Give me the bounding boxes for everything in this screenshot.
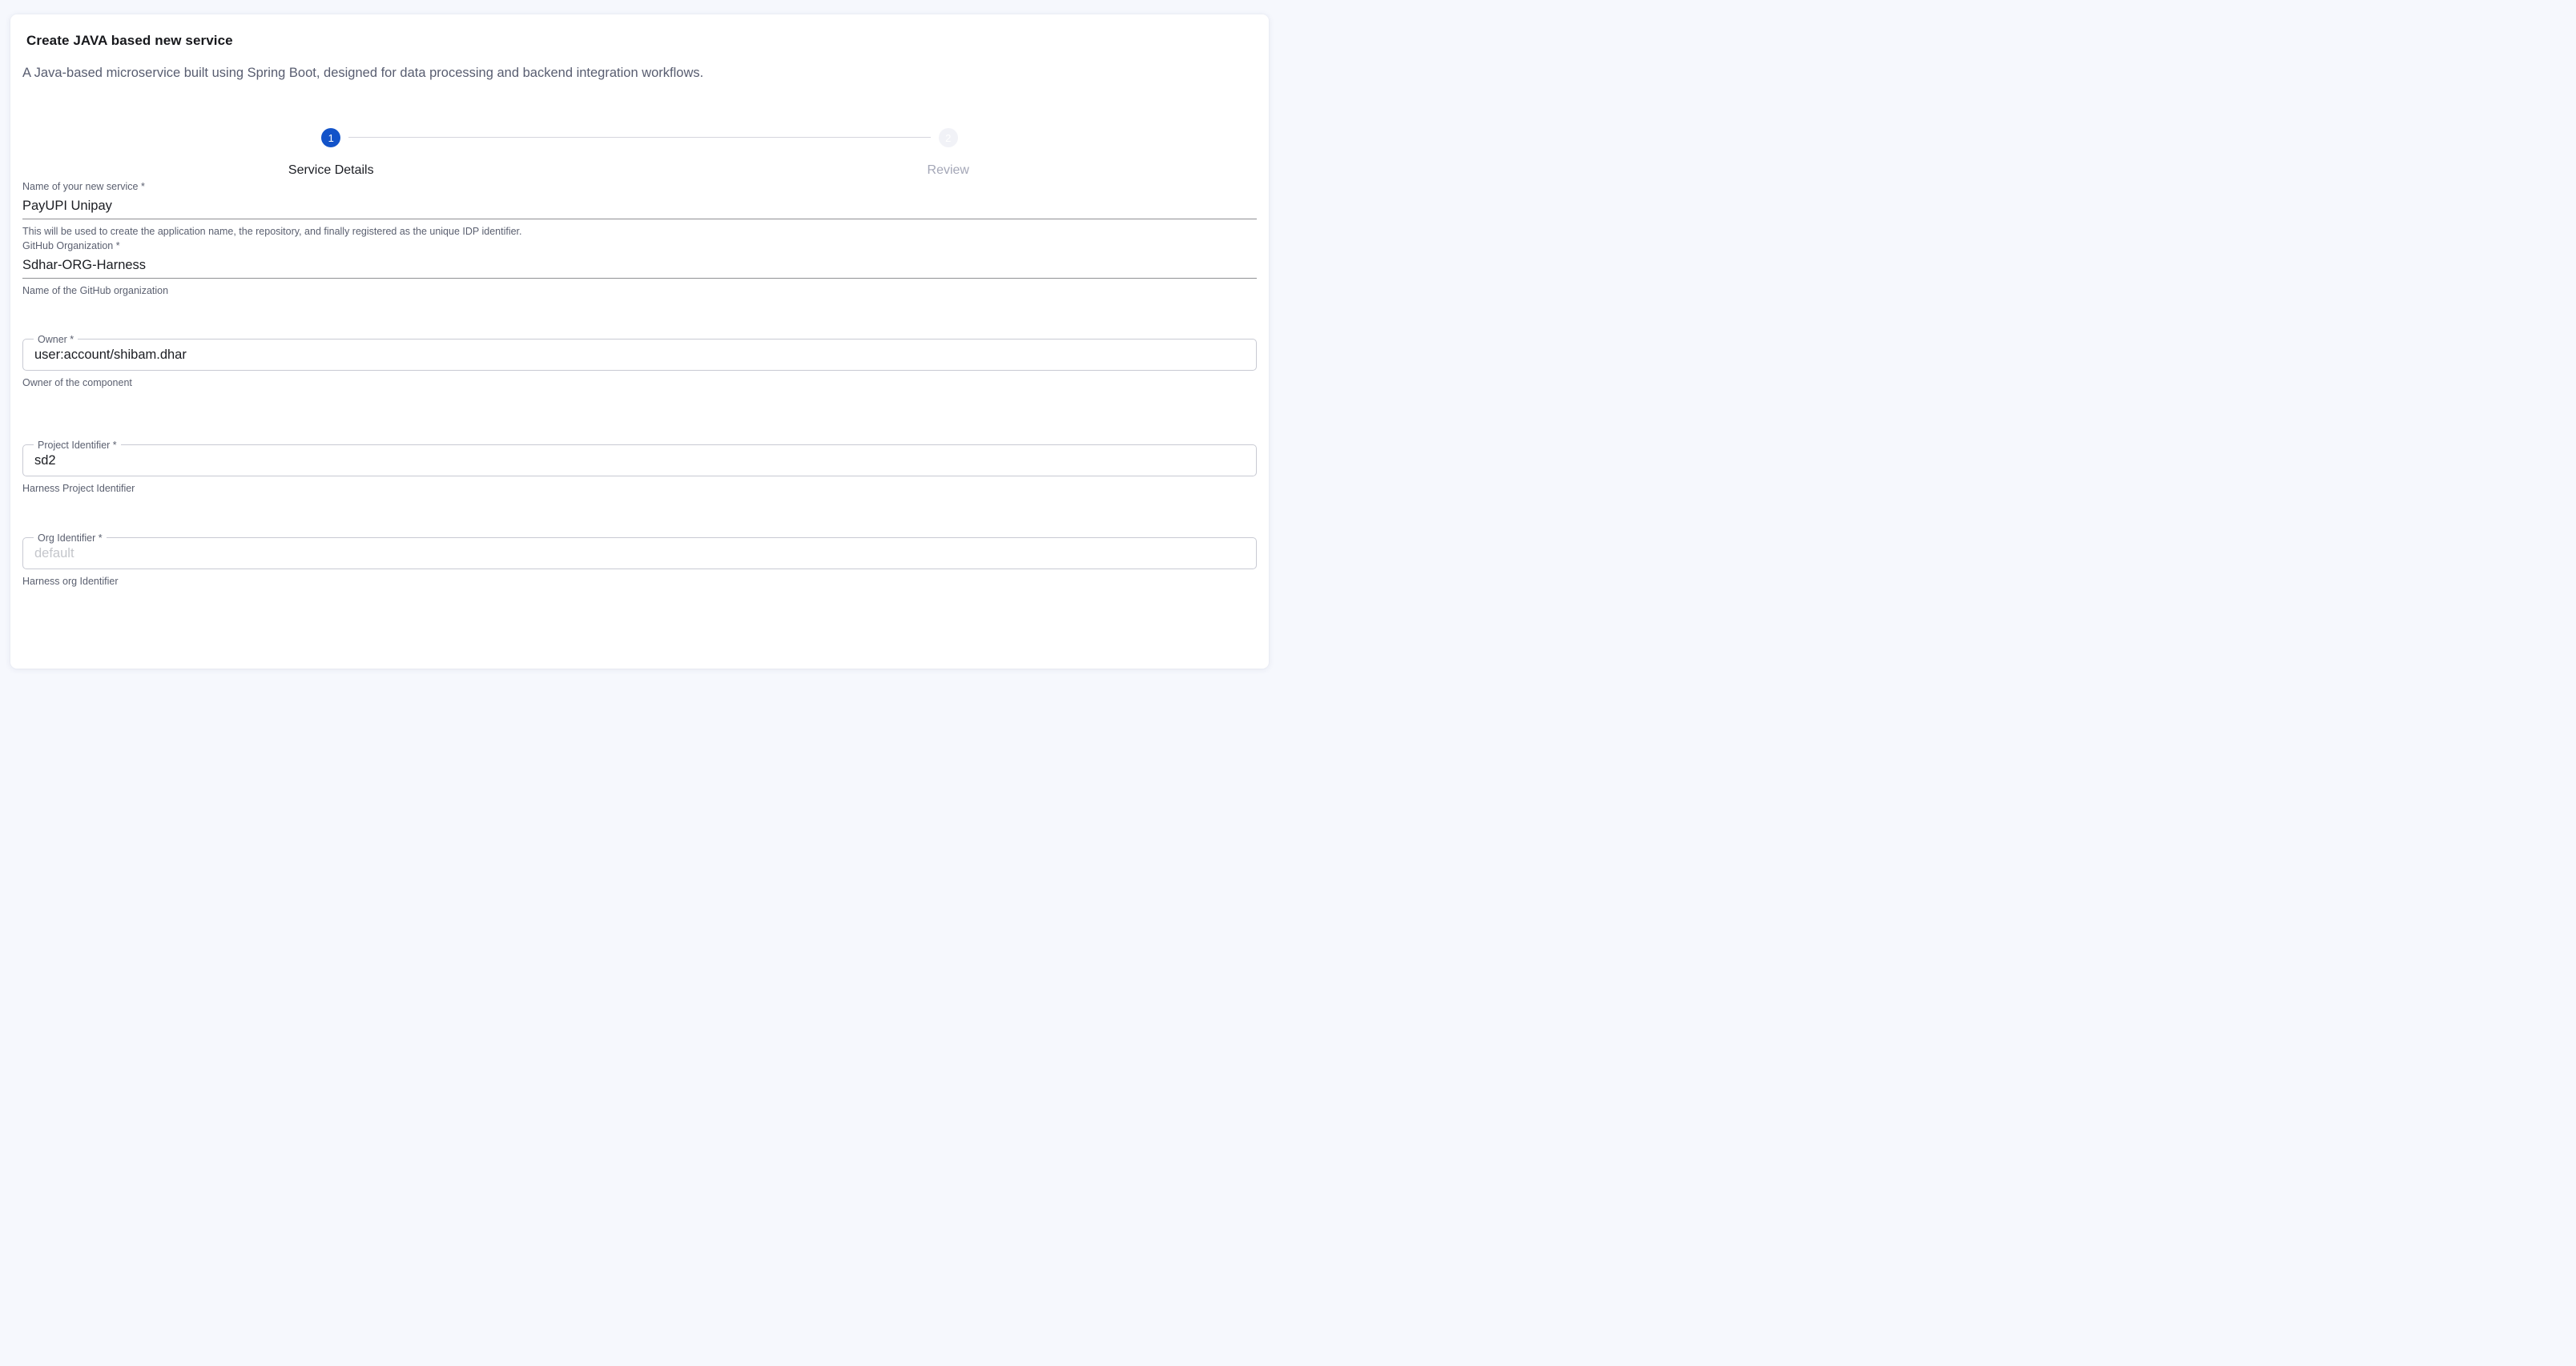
org-identifier-label: Org Identifier * xyxy=(34,531,107,545)
field-project-identifier: Project Identifier * Harness Project Ide… xyxy=(22,444,1257,496)
github-organization-input[interactable] xyxy=(22,256,1257,279)
service-name-helper: This will be used to create the applicat… xyxy=(22,224,1257,239)
project-identifier-helper: Harness Project Identifier xyxy=(22,481,1257,496)
field-github-organization: GitHub Organization * Name of the GitHub… xyxy=(22,239,1257,298)
step-review: 2 Review xyxy=(640,128,1258,179)
step-2-label: Review xyxy=(928,162,969,179)
owner-label: Owner * xyxy=(34,332,78,347)
step-1-indicator: 1 xyxy=(321,128,340,147)
service-name-label: Name of your new service * xyxy=(22,179,1257,194)
org-identifier-helper: Harness org Identifier xyxy=(22,574,1257,589)
project-identifier-label: Project Identifier * xyxy=(34,438,121,452)
org-identifier-input-box: Org Identifier * xyxy=(22,537,1257,569)
owner-helper: Owner of the component xyxy=(22,376,1257,390)
owner-input-box: Owner * xyxy=(22,339,1257,371)
service-details-form: Name of your new service * This will be … xyxy=(22,179,1257,589)
github-organization-label: GitHub Organization * xyxy=(22,239,1257,253)
wizard-stepper: 1 Service Details 2 Review xyxy=(22,128,1257,179)
github-organization-helper: Name of the GitHub organization xyxy=(22,283,1257,298)
step-service-details: 1 Service Details xyxy=(22,128,640,179)
project-identifier-input-box: Project Identifier * xyxy=(22,444,1257,476)
field-service-name: Name of your new service * This will be … xyxy=(22,179,1257,239)
page-subtitle: A Java-based microservice built using Sp… xyxy=(22,64,1257,82)
field-owner: Owner * Owner of the component xyxy=(22,339,1257,390)
field-org-identifier: Org Identifier * Harness org Identifier xyxy=(22,537,1257,589)
step-1-label: Service Details xyxy=(288,162,374,179)
project-identifier-input[interactable] xyxy=(23,445,1256,476)
create-service-card: Create JAVA based new service A Java-bas… xyxy=(10,14,1269,669)
org-identifier-input[interactable] xyxy=(23,538,1256,568)
service-name-input[interactable] xyxy=(22,197,1257,219)
page-background: Create JAVA based new service A Java-bas… xyxy=(0,0,1288,683)
owner-input[interactable] xyxy=(23,339,1256,370)
step-2-indicator: 2 xyxy=(939,128,958,147)
page-title: Create JAVA based new service xyxy=(26,32,1253,50)
